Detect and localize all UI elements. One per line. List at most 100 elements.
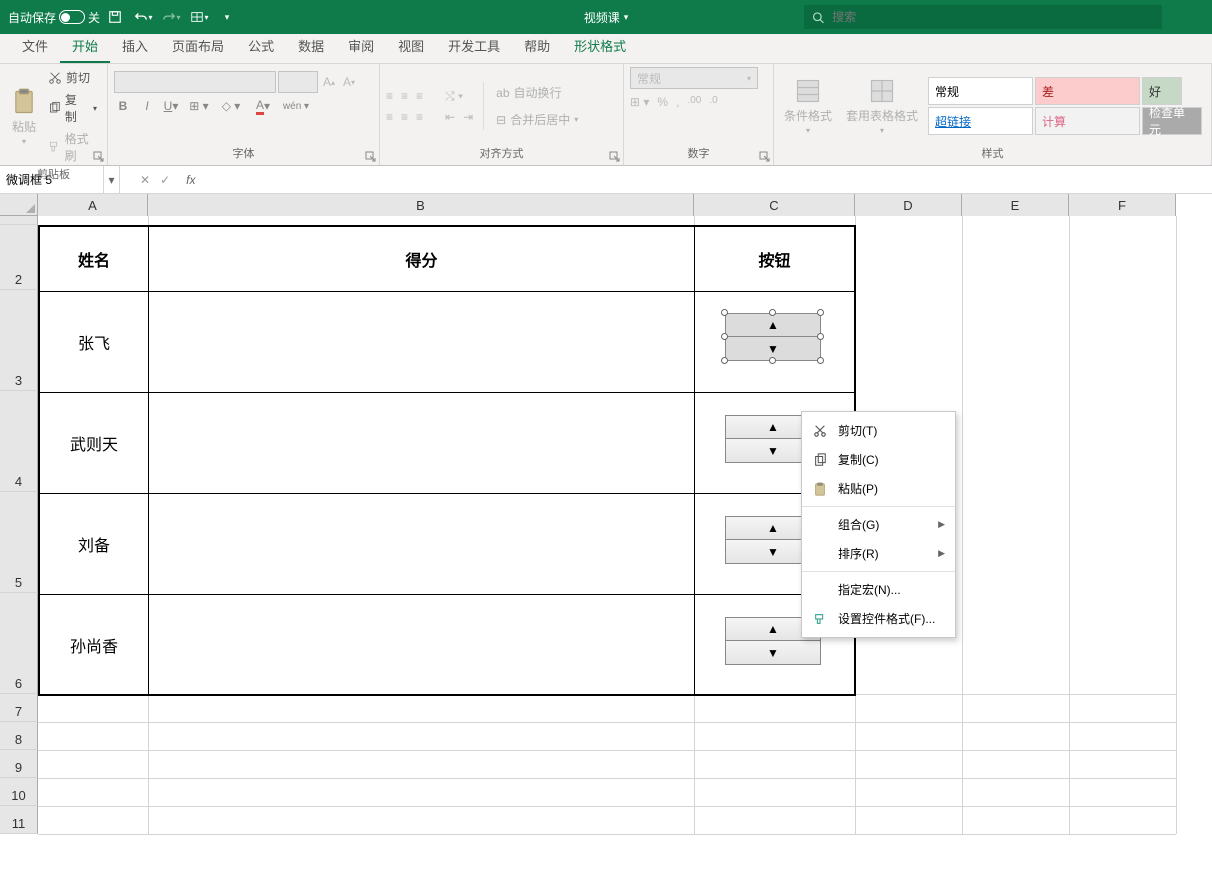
qat-more-icon[interactable]: ▾	[214, 5, 240, 29]
align-bottom-icon[interactable]: ≡	[416, 89, 423, 104]
number-format-combo[interactable]: 常规▾	[630, 67, 758, 89]
font-color-icon[interactable]: A ▾	[250, 97, 276, 115]
row-header-4[interactable]: 4	[0, 391, 38, 492]
col-header-B[interactable]: B	[148, 194, 694, 216]
paste-button[interactable]: 粘贴 ▾	[6, 86, 42, 148]
tab-开始[interactable]: 开始	[60, 29, 110, 63]
phonetic-icon[interactable]: wén ▾	[282, 97, 310, 115]
row-header-7[interactable]: 7	[0, 694, 38, 722]
tab-形状格式[interactable]: 形状格式	[562, 29, 638, 63]
fx-icon[interactable]: fx	[180, 173, 195, 187]
fill-color-icon[interactable]: ◇ ▾	[218, 97, 244, 115]
ctx-排序R[interactable]: 排序(R)▶	[802, 539, 955, 568]
tab-审阅[interactable]: 审阅	[336, 29, 386, 63]
cell-name-1[interactable]: 武则天	[40, 393, 149, 494]
bold-icon[interactable]: B	[114, 97, 132, 115]
align-middle-icon[interactable]: ≡	[401, 89, 408, 104]
row-header-9[interactable]: 9	[0, 750, 38, 778]
col-header-E[interactable]: E	[962, 194, 1069, 216]
search-box[interactable]	[804, 5, 1162, 29]
cell-score-1[interactable]	[149, 393, 695, 494]
col-header-D[interactable]: D	[855, 194, 962, 216]
currency-icon[interactable]: ⊞ ▾	[630, 95, 649, 109]
select-all-corner[interactable]	[0, 194, 38, 216]
cell-name-3[interactable]: 孙尚香	[40, 595, 149, 696]
selection-handle[interactable]	[817, 309, 824, 316]
cell-score-3[interactable]	[149, 595, 695, 696]
undo-icon[interactable]: ▾	[130, 5, 156, 29]
orientation-icon[interactable]: ⤭ ▾	[445, 89, 463, 104]
cell-score-2[interactable]	[149, 494, 695, 595]
ctx-复制C[interactable]: 复制(C)	[802, 445, 955, 474]
tab-数据[interactable]: 数据	[286, 29, 336, 63]
formula-input[interactable]	[205, 173, 1212, 187]
indent-inc-icon[interactable]: ⇥	[463, 110, 473, 124]
decrease-decimal-icon[interactable]: .0	[709, 95, 717, 109]
style-normal[interactable]: 常规	[928, 77, 1033, 105]
ctx-指定宏N[interactable]: 指定宏(N)...	[802, 575, 955, 604]
italic-icon[interactable]: I	[138, 97, 156, 115]
tab-插入[interactable]: 插入	[110, 29, 160, 63]
font-size-combo[interactable]	[278, 71, 318, 93]
row-header-8[interactable]: 8	[0, 722, 38, 750]
style-bad[interactable]: 差	[1035, 77, 1140, 105]
align-top-icon[interactable]: ≡	[386, 89, 393, 104]
save-icon[interactable]	[102, 5, 128, 29]
selection-handle[interactable]	[721, 333, 728, 340]
table-format-button[interactable]: 套用表格格式▾	[842, 75, 922, 137]
spinner-up-0[interactable]: ▲	[725, 313, 821, 337]
merge-center-button[interactable]: ⊟合并后居中▾	[492, 109, 582, 130]
indent-dec-icon[interactable]: ⇤	[445, 110, 455, 124]
col-header-C[interactable]: C	[694, 194, 855, 216]
qat-grid-icon[interactable]: ▾	[186, 5, 212, 29]
number-dialog-launcher-icon[interactable]	[759, 151, 771, 163]
cell-score-0[interactable]	[149, 292, 695, 393]
font-dialog-launcher-icon[interactable]	[365, 151, 377, 163]
ctx-设置控件格式F[interactable]: 设置控件格式(F)...	[802, 604, 955, 633]
search-input[interactable]	[832, 10, 1154, 24]
comma-icon[interactable]: ,	[676, 95, 679, 109]
cut-button[interactable]: 剪切	[44, 67, 101, 88]
row-header-2[interactable]: 2	[0, 225, 38, 290]
tab-帮助[interactable]: 帮助	[512, 29, 562, 63]
clipboard-dialog-launcher-icon[interactable]	[93, 151, 105, 163]
style-calc[interactable]: 计算	[1035, 107, 1140, 135]
conditional-format-button[interactable]: 条件格式▾	[780, 75, 836, 137]
tab-文件[interactable]: 文件	[10, 29, 60, 63]
selection-handle[interactable]	[817, 357, 824, 364]
col-header-A[interactable]: A	[38, 194, 148, 216]
selection-handle[interactable]	[769, 309, 776, 316]
ctx-粘贴P[interactable]: 粘贴(P)	[802, 474, 955, 503]
row-header-5[interactable]: 5	[0, 492, 38, 593]
col-header-F[interactable]: F	[1069, 194, 1176, 216]
ctx-组合G[interactable]: 组合(G)▶	[802, 510, 955, 539]
align-dialog-launcher-icon[interactable]	[609, 151, 621, 163]
increase-decimal-icon[interactable]: .00	[687, 95, 701, 109]
tab-开发工具[interactable]: 开发工具	[436, 29, 512, 63]
redo-icon[interactable]: ▾	[158, 5, 184, 29]
border-icon[interactable]: ⊞ ▾	[186, 97, 212, 115]
enter-icon[interactable]: ✓	[160, 173, 170, 187]
copy-button[interactable]: 复制▾	[44, 89, 101, 127]
font-family-combo[interactable]	[114, 71, 276, 93]
cancel-icon[interactable]: ✕	[140, 173, 150, 187]
spinner-down-3[interactable]: ▼	[725, 641, 821, 665]
row-header-3[interactable]: 3	[0, 290, 38, 391]
autosave-toggle[interactable]: 自动保存 关	[8, 9, 100, 26]
style-check[interactable]: 检查单元	[1142, 107, 1202, 135]
decrease-font-icon[interactable]: A▾	[340, 73, 358, 91]
selection-handle[interactable]	[721, 309, 728, 316]
row-header-[interactable]	[0, 216, 38, 225]
align-center-icon[interactable]: ≡	[401, 110, 408, 124]
selection-handle[interactable]	[721, 357, 728, 364]
wrap-text-button[interactable]: ab自动换行	[492, 82, 582, 103]
underline-icon[interactable]: U ▾	[162, 97, 180, 115]
increase-font-icon[interactable]: A▴	[320, 73, 338, 91]
row-header-10[interactable]: 10	[0, 778, 38, 806]
cell-name-2[interactable]: 刘备	[40, 494, 149, 595]
selection-handle[interactable]	[769, 357, 776, 364]
style-good[interactable]: 好	[1142, 77, 1182, 105]
row-header-6[interactable]: 6	[0, 593, 38, 694]
cell-name-0[interactable]: 张飞	[40, 292, 149, 393]
row-header-11[interactable]: 11	[0, 806, 38, 834]
